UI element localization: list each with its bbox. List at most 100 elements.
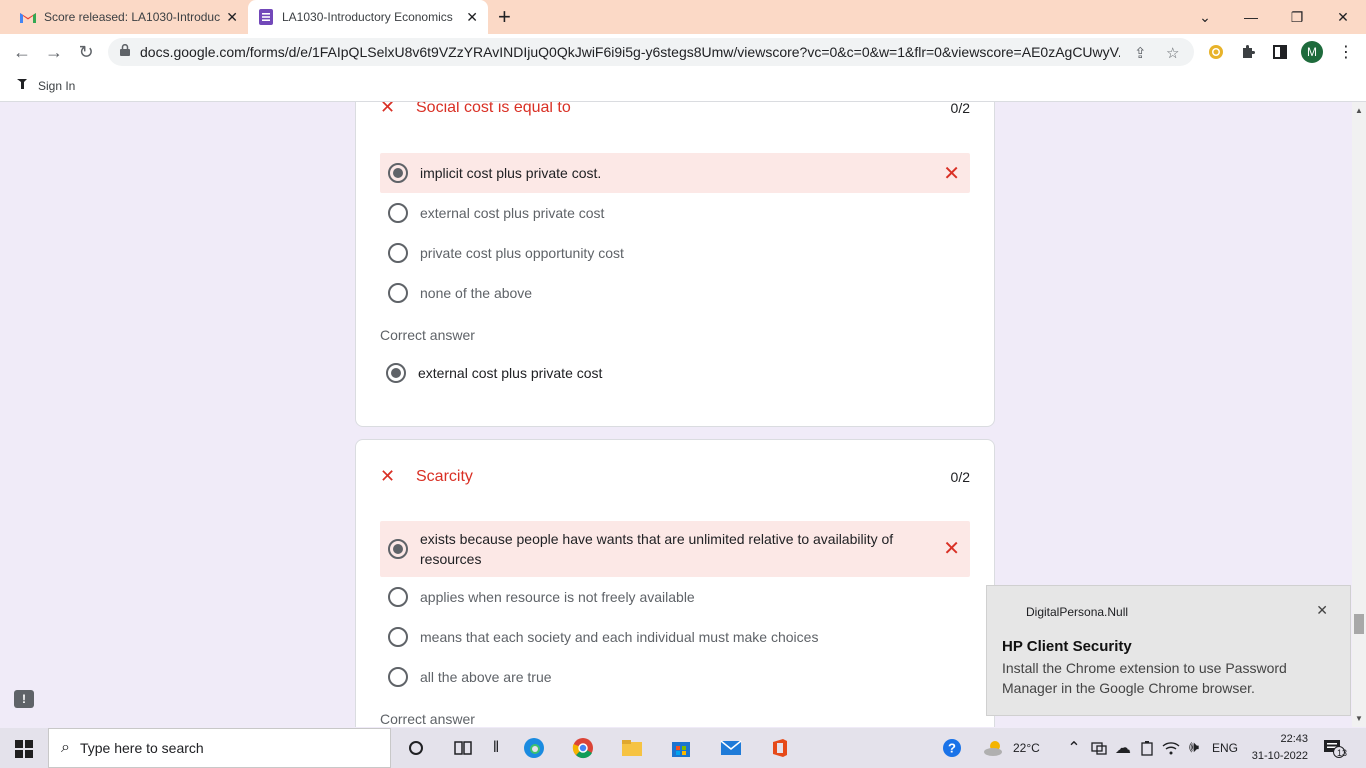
question-title: Scarcity — [416, 467, 473, 485]
tab-forms[interactable]: LA1030-Introductory Economics ✕ — [248, 0, 488, 34]
back-icon[interactable]: ← — [12, 42, 32, 62]
share-icon[interactable]: ⇪ — [1134, 44, 1147, 62]
radio-icon — [388, 627, 408, 647]
option-label: applies when resource is not freely avai… — [420, 589, 695, 605]
question-title: Social cost is equal to — [416, 102, 571, 116]
task-view-icon[interactable] — [451, 736, 475, 760]
bookmarks-bar: Sign In — [0, 70, 1366, 102]
notification-count: 13 — [1337, 748, 1348, 758]
notification-body: Install the Chrome extension to use Pass… — [1002, 660, 1287, 696]
search-icon: ⌕ — [61, 739, 70, 756]
wifi-icon[interactable] — [1159, 736, 1183, 760]
system-clock[interactable]: 22:43 31-10-2022 — [1250, 731, 1308, 765]
radio-selected-icon — [388, 163, 408, 183]
extension-icon[interactable] — [1206, 42, 1226, 62]
cloud-icon[interactable]: ☁ — [1111, 736, 1135, 760]
question-header: ✕ Social cost is equal to 0/2 — [380, 102, 970, 118]
option: private cost plus opportunity cost — [380, 233, 970, 273]
window-close-icon[interactable]: ✕ — [1320, 0, 1366, 34]
bookmark-sign-in[interactable]: Sign In — [38, 79, 75, 93]
question-score: 0/2 — [950, 102, 970, 116]
option-label: means that each society and each individ… — [420, 629, 819, 645]
scroll-thumb[interactable] — [1354, 614, 1364, 634]
radio-icon — [388, 283, 408, 303]
incorrect-icon: ✕ — [380, 102, 396, 117]
minimize-icon[interactable]: — — [1228, 0, 1274, 34]
correct-answer-label: Correct answer — [380, 327, 475, 343]
scroll-up-icon[interactable]: ▲ — [1355, 106, 1363, 115]
option-label: external cost plus private cost — [420, 205, 605, 221]
option-label: implicit cost plus private cost. — [420, 165, 602, 181]
option-label: exists because people have wants that ar… — [420, 531, 894, 567]
chrome-icon[interactable] — [571, 736, 595, 760]
option: all the above are true — [380, 657, 970, 697]
notification-title: HP Client Security — [1002, 638, 1132, 655]
radio-icon — [388, 587, 408, 607]
battery-icon[interactable] — [1135, 736, 1159, 760]
option: means that each society and each individ… — [380, 617, 970, 657]
weather-icon[interactable] — [982, 736, 1006, 760]
office-icon[interactable] — [768, 736, 792, 760]
option-selected: exists because people have wants that ar… — [380, 521, 970, 577]
question-card: ✕ Social cost is equal to 0/2 implicit c… — [355, 102, 995, 427]
cortana-icon[interactable] — [404, 736, 428, 760]
incorrect-icon: ✕ — [380, 466, 396, 486]
toolbar: ← → ↻ docs.google.com/forms/d/e/1FAIpQLS… — [0, 34, 1366, 70]
file-explorer-icon[interactable] — [620, 736, 644, 760]
option: none of the above — [380, 273, 970, 313]
wrong-icon: ✕ — [943, 162, 960, 185]
mail-icon[interactable] — [719, 736, 743, 760]
toast-notification[interactable]: DigitalPersona.Null ✕ HP Client Security… — [986, 585, 1351, 716]
taskbar-search[interactable]: ⌕ Type here to search — [48, 728, 391, 768]
radio-icon — [388, 243, 408, 263]
windows-start-icon[interactable] — [15, 740, 33, 758]
clock-time: 22:43 — [1280, 733, 1308, 745]
restore-icon[interactable]: ❐ — [1274, 0, 1320, 34]
close-icon[interactable]: ✕ — [1316, 602, 1328, 619]
forward-icon[interactable]: → — [44, 42, 64, 62]
taskbar: ⌕ Type here to search ‖ ? 22°C ⌃ ☁ 🕪 ENG… — [0, 728, 1366, 768]
network-icon[interactable] — [1087, 736, 1111, 760]
new-tab-icon[interactable]: + — [498, 4, 511, 30]
bookmark-star-icon[interactable]: ☆ — [1166, 44, 1179, 62]
question-header: ✕ Scarcity 0/2 — [380, 466, 970, 487]
chevron-down-icon[interactable]: ⌄ — [1182, 0, 1228, 34]
reload-icon[interactable]: ↻ — [76, 42, 96, 62]
close-icon[interactable]: ✕ — [466, 9, 478, 26]
menu-icon[interactable]: ⋮ — [1336, 42, 1356, 62]
option-label: all the above are true — [420, 669, 552, 685]
search-placeholder: Type here to search — [79, 740, 204, 756]
avatar[interactable]: M — [1301, 41, 1323, 63]
side-panel-icon[interactable] — [1270, 42, 1290, 62]
edge-icon[interactable] — [522, 736, 546, 760]
sign-in-icon — [16, 78, 28, 93]
notification-source: DigitalPersona.Null — [1026, 605, 1129, 619]
scrollbar[interactable]: ▲ ▼ — [1352, 102, 1366, 727]
option-label: none of the above — [420, 285, 533, 301]
help-icon[interactable]: ? — [940, 736, 964, 760]
feedback-icon[interactable]: ! — [14, 690, 34, 708]
language-indicator[interactable]: ENG — [1212, 728, 1238, 768]
close-icon[interactable]: ✕ — [226, 9, 238, 26]
option: external cost plus private cost — [380, 193, 970, 233]
volume-icon[interactable]: 🕪 — [1182, 736, 1206, 760]
correct-answer: external cost plus private cost — [386, 363, 602, 383]
address-bar[interactable]: docs.google.com/forms/d/e/1FAIpQLSelxU8v… — [108, 38, 1194, 66]
lock-icon — [120, 43, 130, 61]
puzzle-icon[interactable] — [1238, 42, 1258, 62]
radio-icon — [388, 203, 408, 223]
tab-title: Score released: LA1030-Introductory Econ… — [44, 10, 220, 24]
store-icon[interactable] — [669, 736, 693, 760]
radio-selected-icon — [386, 363, 406, 383]
question-card: ✕ Scarcity 0/2 exists because people hav… — [355, 439, 995, 727]
tab-title: LA1030-Introductory Economics — [282, 10, 453, 24]
weather-text: 22°C — [1013, 741, 1040, 755]
tab-strip: Score released: LA1030-Introductory Econ… — [0, 0, 1366, 34]
correct-answer-label: Correct answer — [380, 711, 475, 727]
radio-selected-icon — [388, 539, 408, 559]
tab-gmail[interactable]: Score released: LA1030-Introductory Econ… — [12, 0, 248, 34]
scroll-down-icon[interactable]: ▼ — [1355, 714, 1363, 723]
notification-center-icon[interactable]: 13 — [1322, 736, 1348, 760]
chevron-up-icon[interactable]: ⌃ — [1062, 736, 1086, 760]
correct-answer-text: external cost plus private cost — [418, 365, 603, 381]
